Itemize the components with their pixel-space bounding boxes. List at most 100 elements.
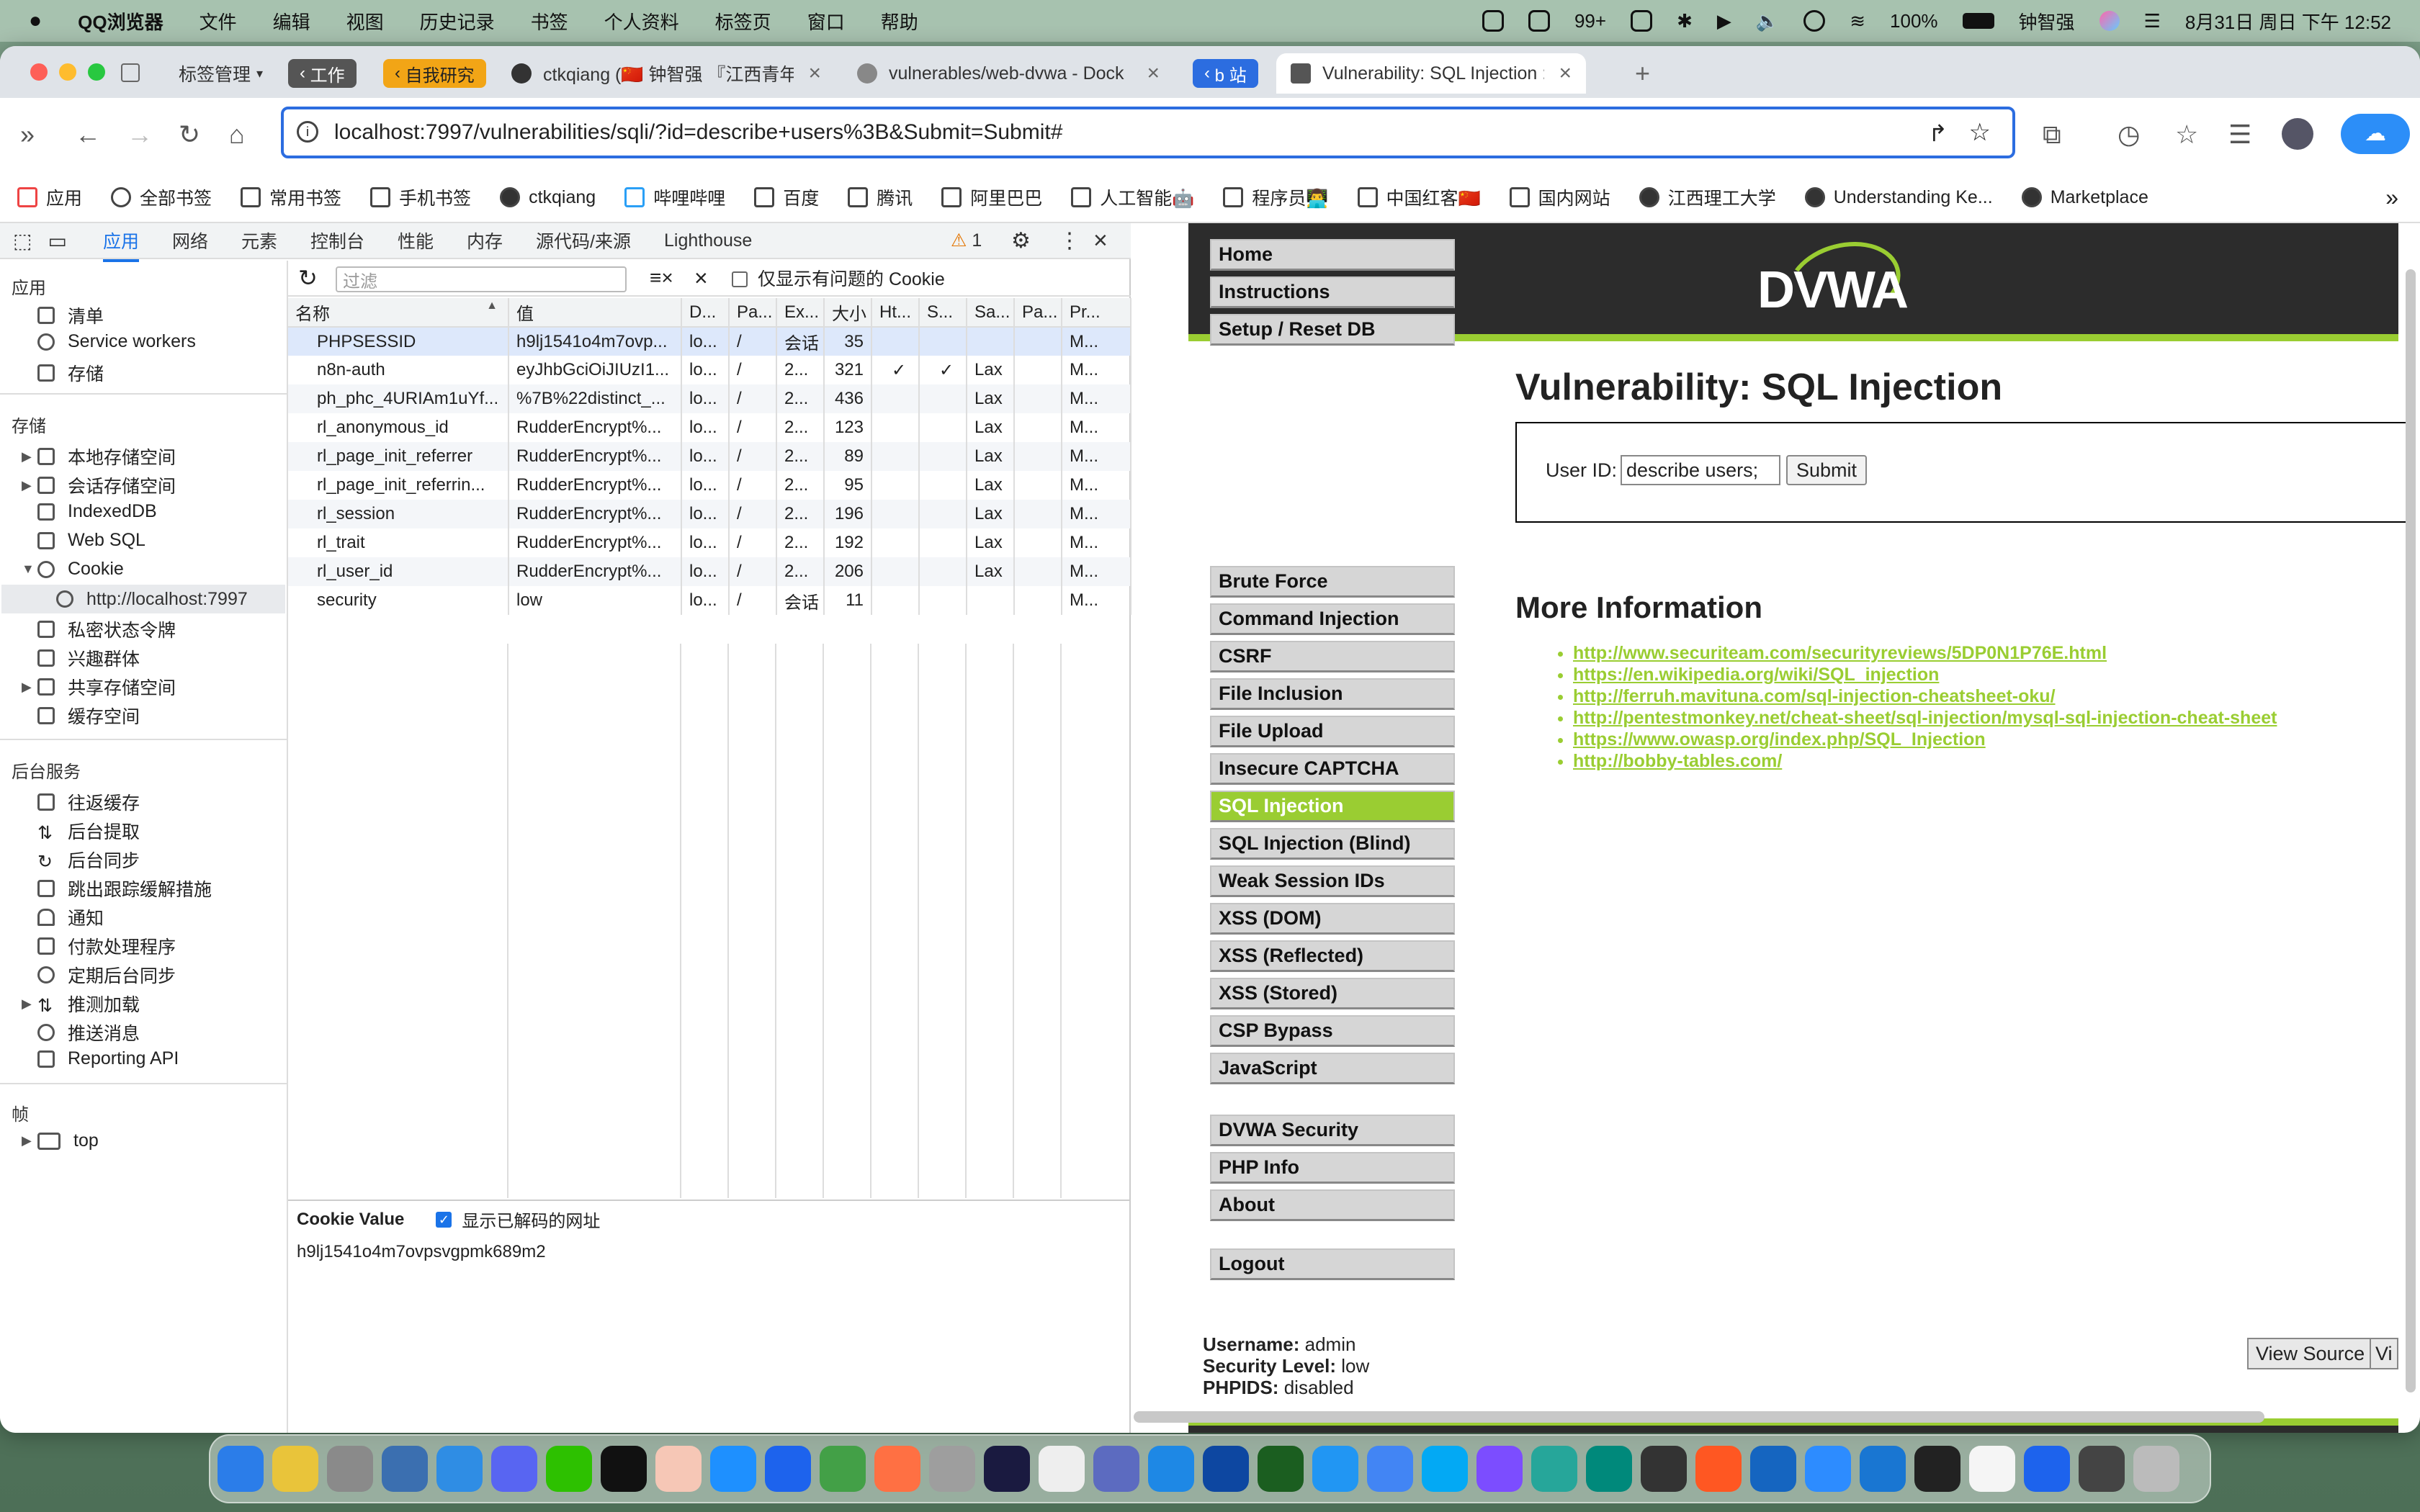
sidebar-item-indexeddb[interactable]: IndexedDB xyxy=(37,501,157,522)
menu-file[interactable]: 文件 xyxy=(200,8,237,35)
table-row[interactable]: security low lo... / 会话 11 M... xyxy=(288,586,1131,615)
app-store-icon[interactable] xyxy=(1148,1446,1194,1492)
bookmark-programmer[interactable]: 程序员👨‍💻 xyxy=(1223,184,1329,210)
sidebar-item-push-messaging[interactable]: 推送消息 xyxy=(37,1020,140,1045)
sidebar-toggle-icon[interactable] xyxy=(121,63,140,82)
qq-penguin-icon[interactable] xyxy=(1039,1446,1085,1492)
menu-view[interactable]: 视图 xyxy=(346,8,384,35)
sidebar-item-bounce-tracking[interactable]: 跳出跟踪缓解措施 xyxy=(37,876,212,901)
submit-button[interactable]: Submit xyxy=(1786,455,1867,485)
app-icon[interactable] xyxy=(1312,1446,1358,1492)
column-header[interactable]: S... xyxy=(919,298,967,328)
zoom-window-button[interactable] xyxy=(88,63,105,81)
tab-application[interactable]: 应用 xyxy=(102,228,139,262)
app-icon[interactable] xyxy=(1093,1446,1139,1492)
reference-link[interactable]: https://en.wikipedia.org/wiki/SQL_inject… xyxy=(1573,665,1939,685)
docker-status-icon[interactable] xyxy=(1482,10,1504,32)
bookmark-honker[interactable]: 中国红客🇨🇳 xyxy=(1357,184,1481,210)
menu-help[interactable]: 帮助 xyxy=(881,8,918,35)
docker-icon[interactable] xyxy=(2024,1446,2070,1492)
reference-link[interactable]: http://bobby-tables.com/ xyxy=(1573,751,1782,771)
xcode-icon[interactable] xyxy=(1203,1446,1249,1492)
menu-item-csp-bypass[interactable]: CSP Bypass xyxy=(1210,1015,1455,1047)
siri-icon[interactable] xyxy=(2099,11,2120,31)
clear-all-cookies-icon[interactable]: ≡× xyxy=(650,266,673,289)
tab-manager-button[interactable]: 标签管理 ▾ xyxy=(164,53,277,94)
menu-item-file-upload[interactable]: File Upload xyxy=(1210,716,1455,747)
table-row[interactable]: rl_page_init_referrer RudderEncrypt%... lo… xyxy=(288,442,1131,471)
column-header[interactable]: 名称 ▲ xyxy=(288,298,509,328)
bookmark-star-icon[interactable]: ☆ xyxy=(1969,118,1991,147)
sidebar-item-local-storage[interactable]: ▶ 本地存储空间 xyxy=(22,444,176,469)
tab-dvwa-sqli[interactable]: Vulnerability: SQL Injection :: × xyxy=(1276,53,1586,94)
sidebar-item-shared-storage[interactable]: ▶ 共享存储空间 xyxy=(22,674,176,700)
app-icon[interactable] xyxy=(1860,1446,1906,1492)
menu-item-csrf[interactable]: CSRF xyxy=(1210,641,1455,672)
table-row[interactable]: rl_trait RudderEncrypt%... lo.../2... 192 La… xyxy=(288,528,1131,557)
column-header[interactable]: Pa... xyxy=(729,298,777,328)
show-decoded-checkbox[interactable]: ✓ xyxy=(436,1211,452,1228)
forward-icon[interactable]: → xyxy=(127,120,153,150)
terminal-app-icon[interactable] xyxy=(984,1446,1030,1492)
arduino-icon[interactable] xyxy=(1586,1446,1632,1492)
bookmark-tencent[interactable]: 腾讯 xyxy=(848,184,913,210)
tab-network[interactable]: 网络 xyxy=(172,228,208,253)
cookie-value-text[interactable]: h9lj1541o4m7ovpsvgpmk689m2 xyxy=(297,1242,1122,1262)
page-vertical-scrollbar[interactable] xyxy=(2406,269,2416,1392)
sidebar-item-periodic-sync[interactable]: 定期后台同步 xyxy=(37,962,176,988)
bookmark-mobile[interactable]: 手机书签 xyxy=(370,184,471,210)
tab-sources[interactable]: 源代码/来源 xyxy=(536,228,631,253)
sidebar-item-cache-storage[interactable]: 缓存空间 xyxy=(37,703,140,729)
music-icon[interactable] xyxy=(1803,10,1826,32)
column-header[interactable]: 值 xyxy=(508,298,682,328)
play-icon[interactable]: ▶ xyxy=(1717,10,1731,32)
sidebar-item-background-fetch[interactable]: ⇅ 后台提取 xyxy=(37,818,140,844)
table-row[interactable]: rl_anonymous_id RudderEncrypt%... lo.../2.… xyxy=(288,413,1131,442)
reference-link[interactable]: http://ferruh.mavituna.com/sql-injection… xyxy=(1573,686,2056,706)
sidebar-item-service-workers[interactable]: Service workers xyxy=(37,331,196,352)
bookmark-ai[interactable]: 人工智能🤖 xyxy=(1071,184,1194,210)
site-info-icon[interactable]: i xyxy=(297,121,318,143)
sidebar-item-session-storage[interactable]: ▶ 会话存储空间 xyxy=(22,472,176,498)
tab-memory[interactable]: 内存 xyxy=(467,228,503,253)
menu-item-sql-injection-blind[interactable]: SQL Injection (Blind) xyxy=(1210,828,1455,860)
bookmark-alibaba[interactable]: 阿里巴巴 xyxy=(941,184,1042,210)
tab-ctkqiang[interactable]: ctkqiang (🇨🇳 钟智强 『江西青年 × xyxy=(497,53,835,94)
table-row[interactable]: ph_phc_4URIAm1uYf... %7B%22distinct_... lo… xyxy=(288,384,1131,413)
google-icon[interactable] xyxy=(1367,1446,1413,1492)
battery-icon[interactable] xyxy=(1962,13,1994,29)
bookmark-understanding[interactable]: Understanding Ke... xyxy=(1804,187,1993,208)
tab-group-bilibili[interactable]: ‹ b 站 xyxy=(1193,59,1258,88)
column-header[interactable]: Pr... xyxy=(1062,298,1131,328)
qq-icon[interactable] xyxy=(601,1446,647,1492)
tab-group-work[interactable]: ‹ 工作 xyxy=(288,59,357,88)
sidebar-item-notifications[interactable]: 通知 xyxy=(37,904,104,930)
menu-item-xss-reflected[interactable]: XSS (Reflected) xyxy=(1210,940,1455,972)
app-status-icon[interactable] xyxy=(1631,10,1653,32)
sidebar-item-speculative-loads[interactable]: ▶ ⇅ 推测加载 xyxy=(22,991,140,1017)
menu-item-logout[interactable]: Logout xyxy=(1210,1248,1455,1280)
trash-icon[interactable] xyxy=(2133,1446,2179,1492)
finder-icon[interactable] xyxy=(218,1446,264,1492)
sidebar-item-payment-handler[interactable]: 付款处理程序 xyxy=(37,933,176,959)
app-icon[interactable] xyxy=(436,1446,483,1492)
dingtalk-icon[interactable] xyxy=(710,1446,756,1492)
reload-icon[interactable]: ↻ xyxy=(179,120,200,150)
table-row[interactable]: rl_session RudderEncrypt%... lo.../2... 196… xyxy=(288,500,1131,528)
column-header[interactable]: Sa... xyxy=(967,298,1015,328)
tab-lighthouse[interactable]: Lighthouse xyxy=(664,230,752,251)
menu-item-brute-force[interactable]: Brute Force xyxy=(1210,566,1455,598)
menu-window[interactable]: 窗口 xyxy=(807,8,845,35)
menu-item-javascript[interactable]: JavaScript xyxy=(1210,1053,1455,1084)
control-center-icon[interactable]: ☰ xyxy=(2144,10,2161,32)
bookmark-jxust[interactable]: 江西理工大学 xyxy=(1639,184,1776,210)
userid-input[interactable]: describe users; xyxy=(1621,455,1780,485)
discord-icon[interactable] xyxy=(491,1446,537,1492)
reference-link[interactable]: http://www.securiteam.com/securityreview… xyxy=(1573,643,2107,663)
files-icon[interactable] xyxy=(382,1446,428,1492)
table-row[interactable]: PHPSESSID h9lj1541o4m7ovp... lo... / 会话 35 M..… xyxy=(288,327,1131,356)
bookmark-all[interactable]: 全部书签 xyxy=(111,184,212,210)
favorites-icon[interactable]: ☆ xyxy=(2175,120,2198,150)
more-options-icon[interactable]: ⋮ xyxy=(1059,228,1080,253)
sidebar-item-reporting-api[interactable]: Reporting API xyxy=(37,1048,179,1069)
